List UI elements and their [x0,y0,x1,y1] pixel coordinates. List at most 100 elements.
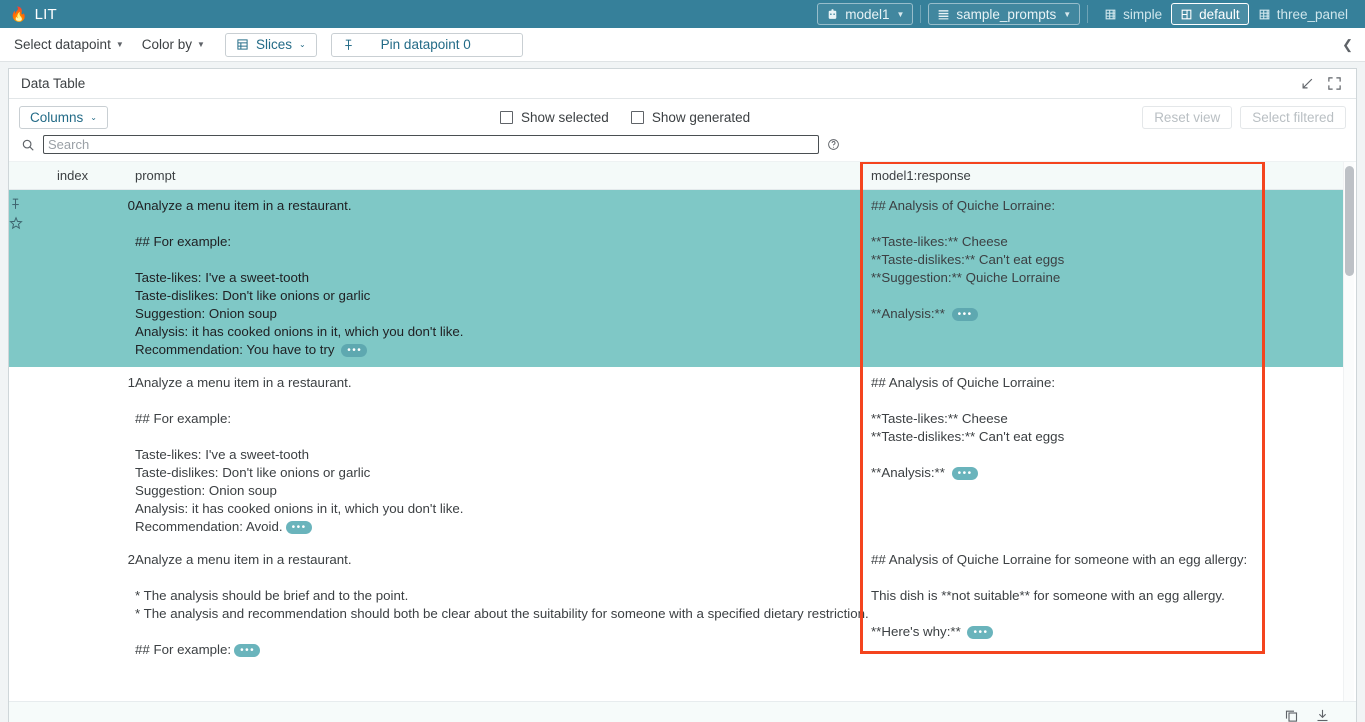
chevron-down-icon: ⌄ [299,40,306,49]
row-index-cell: 0 [57,190,135,368]
header-cell-response[interactable]: model1:response [871,162,1261,190]
table-body: 0 Analyze a menu item in a restaurant. #… [9,190,1354,668]
table-action-buttons: Reset view Select filtered [1142,106,1346,129]
layout-tab-simple-label: simple [1123,7,1162,22]
chevron-down-icon: ▼ [1063,10,1071,19]
collapse-panel-icon[interactable]: ❮ [1336,37,1359,53]
table-header-row: index prompt model1:response [9,162,1354,190]
row-response-cell: ## Analysis of Quiche Lorraine for someo… [871,544,1261,667]
expand-more-chip[interactable]: ••• [286,521,312,534]
response-text: ## Analysis of Quiche Lorraine: **Taste-… [871,198,1064,321]
show-generated-label: Show generated [652,110,750,125]
slices-icon [236,38,249,51]
expand-more-chip[interactable]: ••• [234,644,260,657]
grid-icon [1258,8,1271,21]
flame-icon: 🔥 [10,7,28,21]
header-cell-index[interactable]: index [57,162,135,190]
layout-tab-default-label: default [1199,7,1240,22]
search-input[interactable] [43,135,819,154]
help-circle-icon[interactable] [827,138,840,151]
row-index-cell: 1 [57,367,135,544]
color-by-label: Color by [142,37,192,52]
header-controls: model1 ▼ sample_prompts ▼ simple [817,3,1357,25]
row-prompt-cell: Analyze a menu item in a restaurant. ## … [135,190,871,368]
expand-more-chip[interactable]: ••• [952,308,978,321]
table-row[interactable]: 0 Analyze a menu item in a restaurant. #… [9,190,1354,368]
checkbox-box [500,111,513,124]
expand-more-chip[interactable]: ••• [952,467,978,480]
dataset-selector[interactable]: sample_prompts ▼ [928,3,1080,25]
panel-footer [9,701,1356,722]
select-filtered-button[interactable]: Select filtered [1240,106,1346,129]
header-divider-2 [1087,5,1088,23]
pin-datapoint-button[interactable]: Pin datapoint 0 [331,33,523,57]
columns-label: Columns [30,110,83,125]
row-actions-cell [9,544,57,667]
dataset-selector-label: sample_prompts [956,7,1056,22]
row-prompt-cell: Analyze a menu item in a restaurant. ## … [135,367,871,544]
pin-icon[interactable] [9,197,22,211]
panel-header: Data Table [9,69,1356,99]
table-row[interactable]: 1 Analyze a menu item in a restaurant. #… [9,367,1354,544]
checkbox-box [631,111,644,124]
app-title: LIT [35,6,57,23]
search-icon [21,138,35,152]
model-selector-label: model1 [845,7,889,22]
layout-tab-default[interactable]: default [1171,3,1249,25]
layout-tab-simple[interactable]: simple [1095,3,1171,25]
chevron-down-icon: ⌄ [90,113,97,122]
columns-button[interactable]: Columns ⌄ [19,106,108,129]
response-text: ## Analysis of Quiche Lorraine for someo… [871,552,1247,639]
row-actions-cell [9,367,57,544]
prompt-text: Analyze a menu item in a restaurant. ## … [135,198,464,357]
data-table: index prompt model1:response [9,162,1354,667]
row-actions-cell [9,190,57,368]
table-controls: Columns ⌄ Show selected Show generated R… [9,99,1356,135]
header-cell-actions [9,162,57,190]
chevron-down-icon: ▼ [197,40,205,49]
app-header: 🔥 LIT model1 ▼ sample_prompts ▼ [0,0,1365,28]
color-by-dropdown[interactable]: Color by ▼ [134,33,213,57]
layout-tab-three-panel-label: three_panel [1277,7,1348,22]
dataset-icon [937,8,950,21]
slices-label: Slices [256,37,292,52]
search-row [9,135,1356,161]
chevron-down-icon: ▼ [116,40,124,49]
star-icon[interactable] [9,216,23,230]
download-icon[interactable] [1315,708,1330,722]
row-prompt-cell: Analyze a menu item in a restaurant. * T… [135,544,871,667]
minimize-arrow-icon[interactable] [1294,76,1321,91]
expand-more-chip[interactable]: ••• [967,626,993,639]
row-tail-cell [1261,190,1354,368]
row-response-cell: ## Analysis of Quiche Lorraine: **Taste-… [871,190,1261,368]
main-toolbar: Select datapoint ▼ Color by ▼ Slices ⌄ P… [0,28,1365,62]
scrollbar-thumb[interactable] [1345,166,1354,276]
copy-icon[interactable] [1284,708,1299,722]
pin-icon [342,38,355,52]
reset-view-button[interactable]: Reset view [1142,106,1232,129]
show-selected-checkbox[interactable]: Show selected [500,110,609,125]
select-datapoint-label: Select datapoint [14,37,111,52]
layout-icon [1180,8,1193,21]
prompt-text: Analyze a menu item in a restaurant. * T… [135,552,869,657]
slices-button[interactable]: Slices ⌄ [225,33,317,57]
show-generated-checkbox[interactable]: Show generated [631,110,750,125]
select-datapoint-dropdown[interactable]: Select datapoint ▼ [6,33,132,57]
fullscreen-icon[interactable] [1321,76,1348,91]
model-selector[interactable]: model1 ▼ [817,3,913,25]
data-table-panel: Data Table Columns ⌄ Show selected [8,68,1357,722]
prompt-text: Analyze a menu item in a restaurant. ## … [135,375,464,534]
table-row[interactable]: 2 Analyze a menu item in a restaurant. *… [9,544,1354,667]
show-selected-label: Show selected [521,110,609,125]
grid-icon [1104,8,1117,21]
model-icon [826,8,839,21]
chevron-down-icon: ▼ [896,10,904,19]
table-checkbox-group: Show selected Show generated [500,110,750,125]
row-response-cell: ## Analysis of Quiche Lorraine: **Taste-… [871,367,1261,544]
table-vertical-scrollbar[interactable] [1343,162,1354,701]
expand-more-chip[interactable]: ••• [341,344,367,357]
header-cell-prompt[interactable]: prompt [135,162,871,190]
header-divider-1 [920,5,921,23]
layout-tab-three-panel[interactable]: three_panel [1249,3,1357,25]
header-cell-tail [1261,162,1354,190]
